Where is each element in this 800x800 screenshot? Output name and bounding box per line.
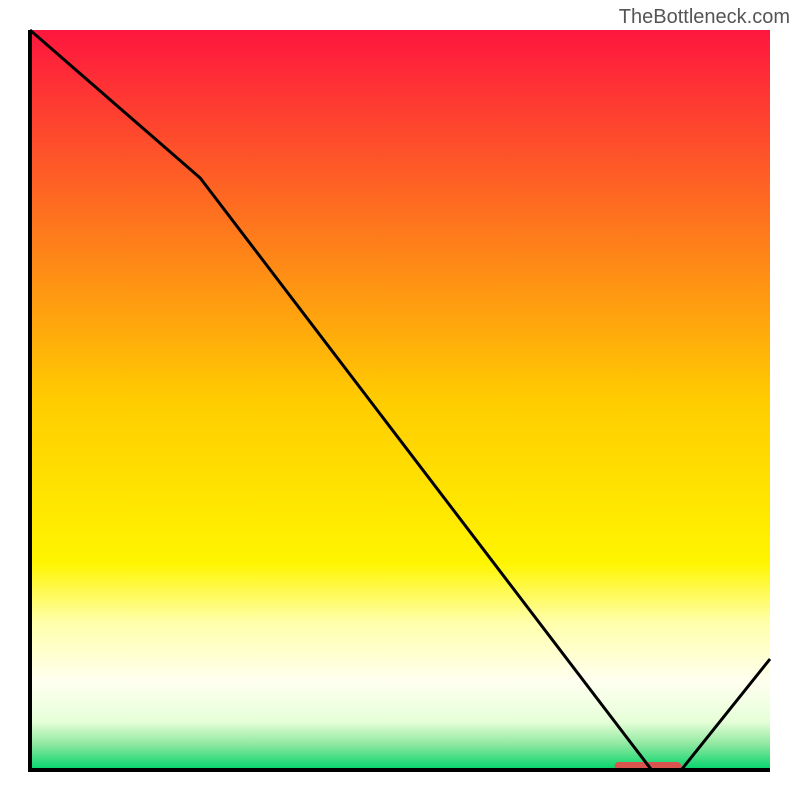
plot-background bbox=[30, 30, 770, 770]
bottleneck-chart bbox=[0, 0, 800, 800]
chart-container: TheBottleneck.com bbox=[0, 0, 800, 800]
attribution-text: TheBottleneck.com bbox=[619, 6, 790, 29]
